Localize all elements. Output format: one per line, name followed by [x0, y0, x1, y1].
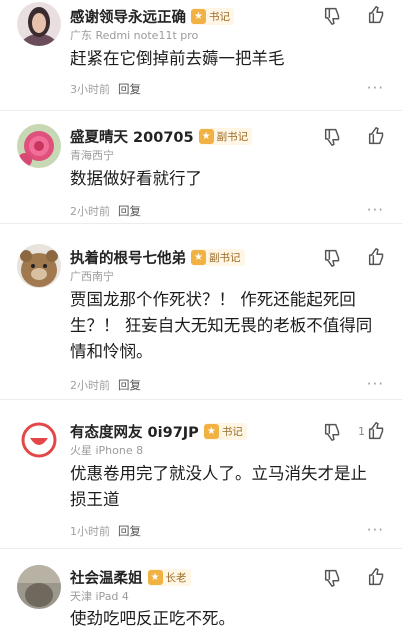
username[interactable]: 感谢领导永远正确	[70, 6, 186, 27]
location-label: 广西南宁	[70, 270, 114, 283]
more-dots-icon[interactable]: ···	[367, 521, 384, 539]
avatar-image	[17, 244, 61, 288]
rank-badge: ★ 副书记	[198, 127, 253, 145]
name-row: 盛夏晴天 200705 ★ 副书记	[70, 125, 253, 147]
reply-button[interactable]: 回复	[118, 82, 141, 96]
comment-item: 执着的根号七他弟 ★ 副书记 广西南宁 贾国龙那个作死状？！ 作死还能起死回生？…	[0, 224, 402, 399]
comment-item: 有态度网友 0i97JP ★ 书记 火星 iPhone 8 优惠卷用完了就没人了…	[0, 400, 402, 548]
comment-text: 数据做好看就行了	[70, 169, 202, 188]
username[interactable]: 执着的根号七他弟	[70, 247, 186, 268]
reply-button[interactable]: 回复	[118, 524, 141, 538]
thumb-up-icon[interactable]	[366, 4, 388, 26]
avatar-image	[17, 418, 61, 462]
avatar[interactable]	[17, 244, 61, 288]
avatar-image	[17, 2, 61, 46]
username[interactable]: 有态度网友 0i97JP	[70, 421, 199, 442]
thumb-up-icon[interactable]	[366, 125, 388, 147]
comment-meta: 1小时前 回复	[70, 523, 141, 539]
comment-item: 社会温柔姐 ★ 长老 天津 iPad 4 使劲吃吧反正吃不死。	[0, 549, 402, 640]
comment-text: 优惠卷用完了就没人了。立马消失才是止损王道	[70, 464, 367, 509]
comment-meta: 2小时前 回复	[70, 203, 141, 219]
time-label: 2小时前	[70, 205, 110, 218]
avatar[interactable]	[17, 565, 61, 609]
badge-label: 长老	[165, 571, 187, 584]
time-label: 2小时前	[70, 379, 110, 392]
time-label: 3小时前	[70, 83, 110, 96]
avatar[interactable]	[17, 2, 61, 46]
rank-badge: ★ 书记	[203, 422, 247, 440]
avatar-image	[17, 565, 61, 609]
name-row: 社会温柔姐 ★ 长老	[70, 566, 191, 588]
comment-feed: 感谢领导永远正确 ★ 书记 广东 Redmi note11t pro 赶紧在它倒…	[0, 0, 402, 640]
thumb-down-icon[interactable]	[322, 247, 344, 269]
thumb-down-icon[interactable]	[322, 421, 344, 443]
comment-item: 感谢领导永远正确 ★ 书记 广东 Redmi note11t pro 赶紧在它倒…	[0, 0, 402, 110]
location-label: 火星 iPhone 8	[70, 444, 144, 457]
badge-label: 书记	[209, 10, 230, 23]
thumb-down-icon[interactable]	[322, 126, 344, 148]
username[interactable]: 盛夏晴天 200705	[70, 126, 194, 147]
comment-meta: 2小时前 回复	[70, 377, 141, 393]
badge-icon: ★	[198, 128, 214, 144]
badge-label: 副书记	[216, 130, 249, 143]
comment-text: 赶紧在它倒掉前去薅一把羊毛	[70, 49, 285, 68]
avatar[interactable]	[17, 124, 61, 168]
badge-icon: ★	[203, 423, 219, 439]
thumb-up-icon[interactable]	[366, 420, 388, 442]
comment-text: 贾国龙那个作死状？！ 作死还能起死回生？！ 狂妄自大无知无畏的老板不值得同情和怜…	[70, 290, 373, 361]
badge-icon: ★	[191, 249, 206, 265]
badge-icon: ★	[191, 8, 206, 24]
name-row: 有态度网友 0i97JP ★ 书记	[70, 420, 247, 442]
time-label: 1小时前	[70, 525, 110, 538]
thumb-up-icon[interactable]	[366, 566, 388, 588]
badge-icon: ★	[147, 569, 163, 585]
avatar-image	[17, 124, 61, 168]
rank-badge: ★ 副书记	[191, 248, 245, 266]
reply-button[interactable]: 回复	[118, 378, 141, 392]
badge-label: 副书记	[209, 251, 241, 264]
like-count: 1	[358, 425, 365, 438]
thumb-down-icon[interactable]	[322, 5, 344, 27]
reply-button[interactable]: 回复	[118, 204, 141, 218]
name-row: 感谢领导永远正确 ★ 书记	[70, 5, 234, 27]
rank-badge: ★ 长老	[147, 568, 191, 586]
comment-item: 盛夏晴天 200705 ★ 副书记 青海西宁 数据做好看就行了 2小时前 回复 ·…	[0, 111, 402, 223]
location-label: 广东 Redmi note11t pro	[70, 29, 199, 42]
location-label: 天津 iPad 4	[70, 590, 129, 603]
more-dots-icon[interactable]: ···	[367, 79, 384, 97]
thumb-down-icon[interactable]	[322, 567, 344, 589]
thumb-up-icon[interactable]	[366, 246, 388, 268]
comment-text: 使劲吃吧反正吃不死。	[70, 609, 235, 628]
avatar[interactable]	[17, 418, 61, 462]
rank-badge: ★ 书记	[191, 7, 234, 25]
more-dots-icon[interactable]: ···	[367, 375, 384, 393]
name-row: 执着的根号七他弟 ★ 副书记	[70, 246, 245, 268]
location-label: 青海西宁	[70, 149, 114, 162]
username[interactable]: 社会温柔姐	[70, 567, 143, 588]
badge-label: 书记	[221, 425, 243, 438]
comment-meta: 3小时前 回复	[70, 81, 141, 97]
more-dots-icon[interactable]: ···	[367, 201, 384, 219]
